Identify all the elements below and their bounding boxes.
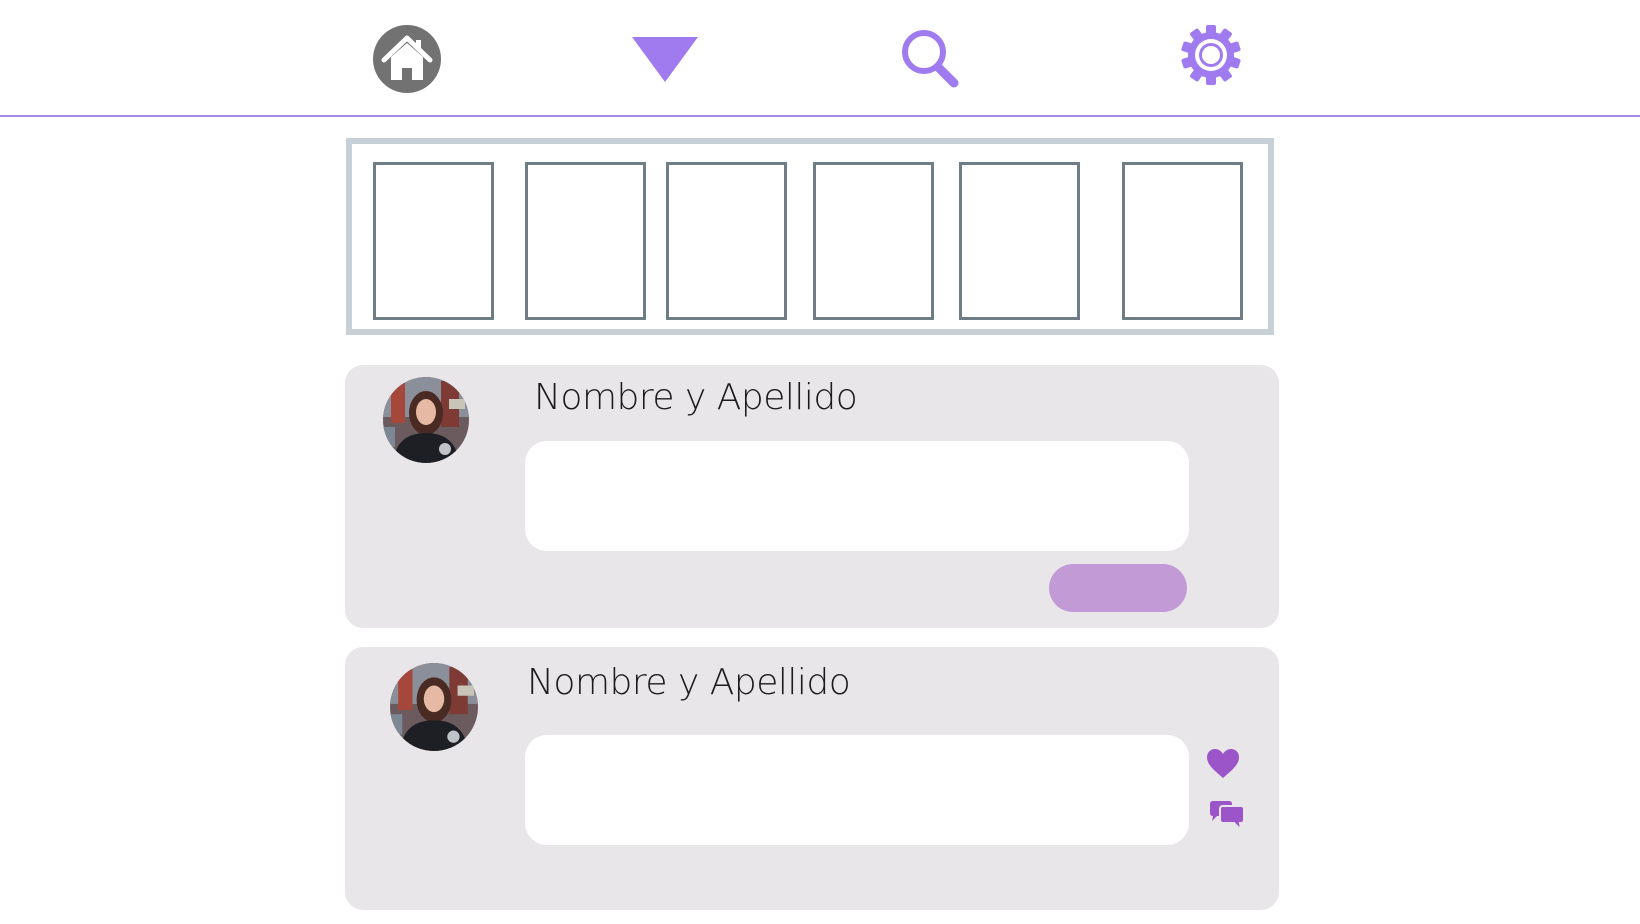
post-input[interactable]: [525, 441, 1189, 551]
post-card: Nombre y Apellido: [345, 647, 1279, 910]
settings-button[interactable]: [1178, 22, 1244, 88]
publish-button[interactable]: [1049, 564, 1187, 612]
heart-icon: [1207, 749, 1239, 778]
home-button[interactable]: [372, 24, 442, 94]
author-name: Nombre y Apellido: [534, 377, 858, 418]
story-slot[interactable]: [666, 162, 787, 320]
story-slot[interactable]: [373, 162, 494, 320]
nav-divider: [0, 115, 1640, 117]
author-name: Nombre y Apellido: [527, 662, 851, 703]
story-slot[interactable]: [1122, 162, 1243, 320]
composer-card: Nombre y Apellido: [345, 365, 1279, 628]
story-slot[interactable]: [813, 162, 934, 320]
home-icon: [373, 25, 441, 93]
profile-photo: [390, 663, 478, 751]
story-slot[interactable]: [525, 162, 646, 320]
avatar[interactable]: [383, 377, 469, 463]
gear-icon: [1181, 25, 1241, 85]
comments-icon: [1210, 801, 1245, 833]
profile-photo: [383, 377, 469, 463]
dropdown-button[interactable]: [630, 34, 700, 84]
search-icon: [902, 30, 959, 88]
search-button[interactable]: [896, 26, 966, 96]
story-slot[interactable]: [959, 162, 1080, 320]
post-content: [525, 735, 1189, 845]
comments-button[interactable]: [1207, 799, 1247, 835]
avatar[interactable]: [390, 663, 478, 751]
triangle-down-icon: [632, 37, 698, 82]
like-button[interactable]: [1205, 747, 1241, 781]
